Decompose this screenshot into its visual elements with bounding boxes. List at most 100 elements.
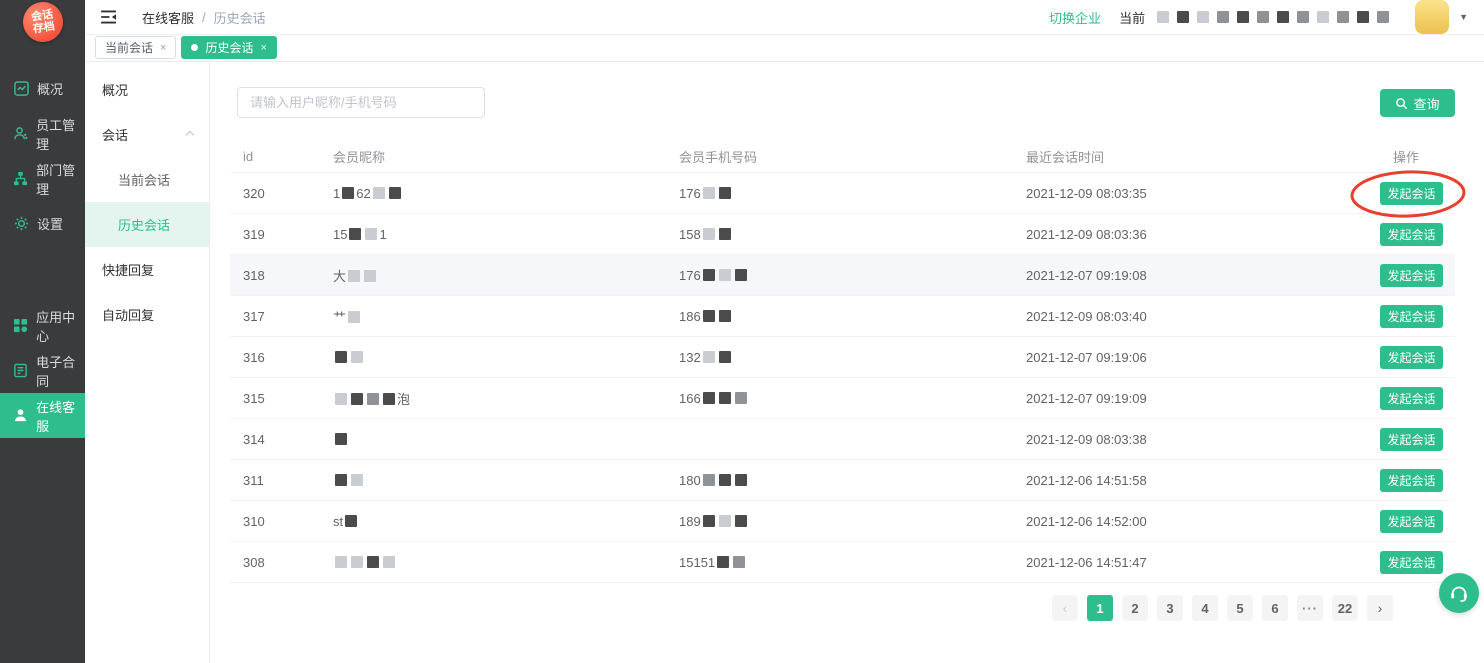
redacted-block [1337,11,1349,23]
menu-item-overview[interactable]: 概况 [85,67,209,112]
page-button-22[interactable]: 22 [1332,595,1358,621]
start-session-button[interactable]: 发起会话 [1380,387,1443,410]
breadcrumb-section[interactable]: 在线客服 [142,8,194,27]
service-icon [13,408,28,423]
redacted-block [345,515,357,527]
page-button-2[interactable]: 2 [1122,595,1148,621]
collapse-menu-icon[interactable] [101,10,118,24]
header-last-session-time: 最近会话时间 [1013,147,1380,166]
cell-last-session-time: 2021-12-09 08:03:36 [1013,227,1380,242]
cell-phone: 176 [666,186,1013,201]
close-icon[interactable]: × [260,42,266,54]
table-row: 311 180 2021-12-06 14:51:58 发起会话 [230,460,1455,501]
cell-action: 发起会话 [1380,264,1455,287]
chevron-down-icon[interactable]: ▼ [1459,12,1468,22]
cell-nickname: 泡 [320,389,666,408]
header-action: 操作 [1380,147,1455,166]
start-session-button[interactable]: 发起会话 [1380,428,1443,451]
cell-id: 311 [230,473,320,488]
redacted-block [1277,11,1289,23]
prev-page-button[interactable]: ‹ [1052,595,1078,621]
redacted-block [1197,11,1209,23]
redacted-block [1317,11,1329,23]
start-session-button[interactable]: 发起会话 [1380,551,1443,574]
cell-last-session-time: 2021-12-09 08:03:35 [1013,186,1380,201]
tab-历史会话[interactable]: 历史会话 × [181,36,276,59]
cell-phone: 186 [666,309,1013,324]
table-row: 317 艹 186 2021-12-09 08:03:40 发起会话 [230,296,1455,337]
cell-last-session-time: 2021-12-09 08:03:38 [1013,432,1380,447]
cell-phone: 176 [666,268,1013,283]
next-page-button[interactable]: › [1367,595,1393,621]
redacted-block [348,270,360,282]
redacted-block [335,474,347,486]
start-session-button[interactable]: 发起会话 [1380,305,1443,328]
sidebar-item-service[interactable]: 在线客服 [0,393,85,438]
redacted-block [719,351,731,363]
redacted-block [373,187,385,199]
redacted-block [1237,11,1249,23]
page-button-1[interactable]: 1 [1087,595,1113,621]
redacted-block [703,474,715,486]
page-button-5[interactable]: 5 [1227,595,1253,621]
sidebar-item-department[interactable]: 部门管理 [0,156,85,201]
sidebar-item-staff[interactable]: 员工管理 [0,111,85,156]
menu-item-session[interactable]: 会话 [85,112,209,157]
table-row: 310 st 189 2021-12-06 14:52:00 发起会话 [230,501,1455,542]
redacted-block [1297,11,1309,23]
search-icon [1395,97,1408,110]
cell-nickname: 162 [320,186,666,201]
avatar[interactable] [1415,0,1449,34]
cell-nickname: 大 [320,266,666,285]
page-button-3[interactable]: 3 [1157,595,1183,621]
menu-item-label: 当前会话 [118,170,170,189]
sidebar-item-contract[interactable]: 电子合同 [0,348,85,393]
cell-last-session-time: 2021-12-06 14:51:47 [1013,555,1380,570]
tab-当前会话[interactable]: 当前会话 × [95,36,176,59]
active-dot-icon [191,44,198,51]
search-input[interactable] [237,87,485,118]
start-session-button[interactable]: 发起会话 [1380,182,1443,205]
apps-icon [13,318,28,333]
inner-sidebar: 概况 会话 当前会话 历史会话 快捷回复 自动回复 [85,63,210,663]
redacted-block [719,474,731,486]
contract-icon [13,363,28,378]
cell-phone: 189 [666,514,1013,529]
topbar: 在线客服 / 历史会话 切换企业 当前 ▼ [85,0,1484,35]
redacted-block [703,187,715,199]
logo-line2: 存档 [32,20,55,35]
start-session-button[interactable]: 发起会话 [1380,510,1443,533]
more-pages-button[interactable]: ··· [1297,595,1323,621]
start-session-button[interactable]: 发起会话 [1380,469,1443,492]
sidebar-item-overview[interactable]: 概况 [0,66,85,111]
customer-service-button[interactable] [1439,573,1479,613]
pagination: ‹ 123456 ··· 22 › [1052,595,1393,621]
start-session-button[interactable]: 发起会话 [1380,223,1443,246]
menu-item-current-session[interactable]: 当前会话 [85,157,209,202]
cell-last-session-time: 2021-12-06 14:51:58 [1013,473,1380,488]
sidebar-item-apps[interactable]: 应用中心 [0,303,85,348]
table-row: 318 大 176 2021-12-07 09:19:08 发起会话 [230,255,1455,296]
start-session-button[interactable]: 发起会话 [1380,264,1443,287]
query-button[interactable]: 查询 [1380,89,1455,117]
cell-last-session-time: 2021-12-06 14:52:00 [1013,514,1380,529]
cell-phone: 166 [666,391,1013,406]
tab-label: 当前会话 [105,39,153,56]
switch-company-link[interactable]: 切换企业 [1049,8,1101,27]
menu-item-quick-reply[interactable]: 快捷回复 [85,247,209,292]
menu-item-auto-reply[interactable]: 自动回复 [85,292,209,337]
start-session-button[interactable]: 发起会话 [1380,346,1443,369]
page-button-4[interactable]: 4 [1192,595,1218,621]
page-button-6[interactable]: 6 [1262,595,1288,621]
close-icon[interactable]: × [160,42,166,54]
chevron-up-icon[interactable] [186,130,194,138]
redacted-block [735,474,747,486]
sidebar-item-settings[interactable]: 设置 [0,201,85,246]
redacted-block [335,393,347,405]
menu-item-history-session[interactable]: 历史会话 [85,202,209,247]
redacted-block [719,515,731,527]
outer-sidebar: 会话 存档 概况 员工管理 部门管理 设置 应用中心 电子合同 在线客服 [0,0,85,663]
app-logo: 会话 存档 [20,0,65,45]
cell-phone: 132 [666,350,1013,365]
breadcrumb-separator: / [202,10,206,25]
